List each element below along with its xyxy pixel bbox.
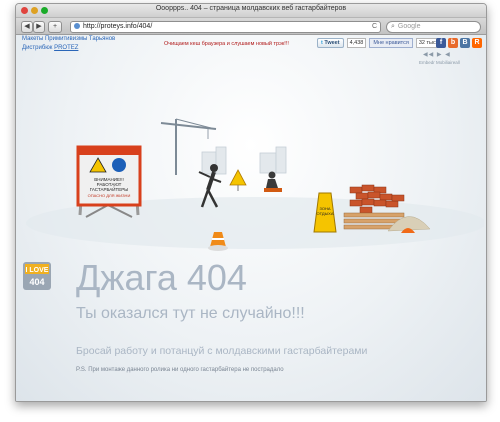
small-warning-sign-illustration [229,169,247,191]
title-bar: Ооорррs.. 404 – страница молдавских веб … [16,4,486,18]
window-title: Ооорррs.. 404 – страница молдавских веб … [155,5,347,12]
browser-toolbar: ◀ ▶ + http://proteys.info/404/ C ⌕ Google [16,18,486,35]
page-subheading: Ты оказался тут не случайно!!! [76,305,305,322]
add-bookmark-button[interactable]: + [48,21,62,33]
forward-button[interactable]: ▶ [33,21,45,33]
ps-note: P.S. При монтаже данного ролика ни одног… [76,367,284,373]
reload-button[interactable]: C [372,22,377,32]
page-heading: Джага 404 [76,257,247,298]
badge-text-2: 404 [29,277,44,287]
badge-text-1: I LOVE [26,267,49,274]
i-love-404-badge: I LOVE 404 [23,262,51,290]
sitting-worker-illustration [264,171,282,192]
sign-text-4: ОПАСНО ДЛЯ ЖИЗНИ [88,193,131,198]
warning-sign-illustration: ВНИМАНИЕ!!! РАБОТАЮТ ГАСТАРБАЙТЕРЫ ОПАСН… [76,145,142,218]
browser-window: Ооорррs.. 404 – страница молдавских веб … [15,3,487,402]
globe-icon [74,23,80,29]
search-field[interactable]: ⌕ Google [386,21,481,33]
page-content: Макеты Примитивизмы Тарьянов Дистрибюк P… [16,35,486,401]
search-icon: ⌕ [391,23,395,30]
back-button[interactable]: ◀ [21,21,33,33]
rest-zone-text-2: ОТДЫХА [316,211,333,216]
sign-text-3: ГАСТАРБАЙТЕРЫ [90,185,129,192]
url-text: http://proteys.info/404/ [83,23,153,30]
search-placeholder: Google [397,23,421,30]
tagline: Бросай работу и потанцуй с молдавскими г… [76,345,368,357]
address-bar[interactable]: http://proteys.info/404/ C [70,21,381,33]
